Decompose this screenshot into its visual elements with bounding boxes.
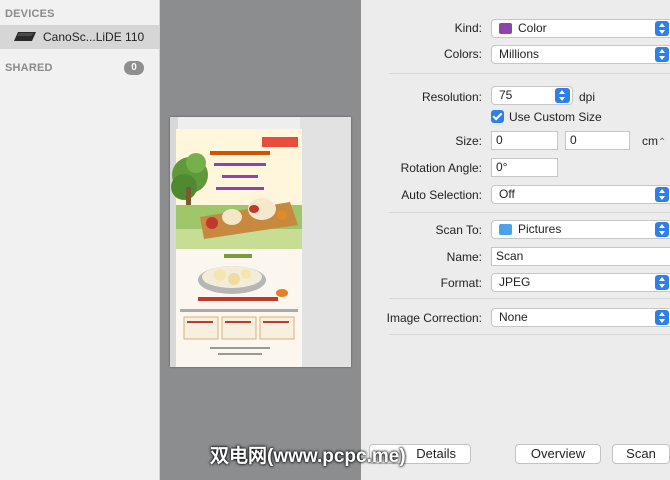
scan-to-value: Pictures bbox=[518, 222, 562, 236]
format-label: Format: bbox=[440, 276, 482, 290]
color-mode-icon bbox=[499, 23, 512, 35]
image-correction-value: None bbox=[499, 310, 528, 324]
size-label: Size: bbox=[455, 134, 482, 148]
scan-button[interactable]: Scan bbox=[612, 444, 670, 464]
details-label: Details bbox=[416, 446, 456, 461]
scan-to-popup[interactable]: Pictures bbox=[491, 220, 670, 239]
device-name: CanoSc...LiDE 110 bbox=[43, 30, 145, 44]
separator bbox=[389, 212, 670, 213]
popup-arrows-icon bbox=[655, 310, 669, 325]
separator bbox=[389, 73, 670, 74]
name-label: Name: bbox=[446, 250, 482, 264]
size-width-field[interactable]: 0 bbox=[491, 131, 558, 150]
scan-to-label: Scan To: bbox=[435, 223, 482, 237]
resolution-label: Resolution: bbox=[421, 90, 482, 104]
folder-icon bbox=[499, 224, 512, 236]
separator bbox=[389, 334, 670, 335]
shared-header: SHARED bbox=[5, 62, 53, 74]
resolution-combo[interactable]: 75 bbox=[491, 86, 573, 105]
separator bbox=[389, 298, 670, 299]
colors-value: Millions bbox=[499, 47, 540, 61]
kind-popup[interactable]: Color bbox=[491, 19, 670, 38]
image-correction-label: Image Correction: bbox=[386, 311, 482, 325]
use-custom-size-checkbox[interactable] bbox=[491, 110, 504, 123]
colors-popup[interactable]: Millions bbox=[491, 45, 670, 64]
resolution-value: 75 bbox=[499, 88, 513, 102]
sidebar-item-scanner[interactable]: CanoSc...LiDE 110 bbox=[0, 25, 159, 49]
popup-arrows-icon bbox=[655, 47, 669, 62]
scanned-document-preview[interactable] bbox=[170, 117, 351, 367]
popup-arrows-icon bbox=[655, 21, 669, 36]
scanner-icon bbox=[14, 32, 36, 41]
popup-arrows-icon bbox=[655, 187, 669, 202]
rotation-label: Rotation Angle: bbox=[400, 161, 482, 175]
overview-label: Overview bbox=[530, 446, 586, 461]
chevron-down-icon bbox=[555, 88, 570, 103]
watermark: 双电网(www.pcpc.me) bbox=[210, 446, 406, 467]
format-popup[interactable]: JPEG bbox=[491, 273, 670, 292]
rotation-field[interactable]: 0° bbox=[491, 158, 558, 177]
overview-button[interactable]: Overview bbox=[515, 444, 601, 464]
scan-label: Scan bbox=[626, 446, 656, 461]
use-custom-size-label: Use Custom Size bbox=[509, 110, 602, 124]
size-height-field[interactable]: 0 bbox=[565, 131, 630, 150]
image-correction-popup[interactable]: None bbox=[491, 308, 670, 327]
scan-settings-panel: Kind: Color Colors: Millions Resolution:… bbox=[361, 0, 670, 480]
auto-selection-value: Off bbox=[499, 187, 515, 201]
kind-label: Kind: bbox=[454, 21, 482, 35]
updown-icon: ⌃ bbox=[658, 137, 667, 148]
auto-selection-label: Auto Selection: bbox=[401, 188, 482, 202]
shared-count-badge: 0 bbox=[124, 61, 144, 75]
format-value: JPEG bbox=[499, 275, 531, 289]
sidebar: DEVICES CanoSc...LiDE 110 SHARED 0 bbox=[0, 0, 160, 480]
resolution-unit: dpi bbox=[579, 90, 596, 104]
scanned-flyer-image bbox=[170, 117, 351, 367]
kind-value: Color bbox=[518, 21, 547, 35]
colors-label: Colors: bbox=[443, 47, 482, 61]
auto-selection-popup[interactable]: Off bbox=[491, 185, 670, 204]
scan-preview-pane[interactable] bbox=[160, 0, 361, 480]
devices-header: DEVICES bbox=[5, 8, 55, 20]
size-unit: cm bbox=[642, 134, 658, 148]
popup-arrows-icon bbox=[655, 275, 669, 290]
popup-arrows-icon bbox=[655, 222, 669, 237]
name-field[interactable]: Scan bbox=[491, 247, 670, 266]
size-unit-popup[interactable]: cm⌃ bbox=[642, 134, 666, 148]
